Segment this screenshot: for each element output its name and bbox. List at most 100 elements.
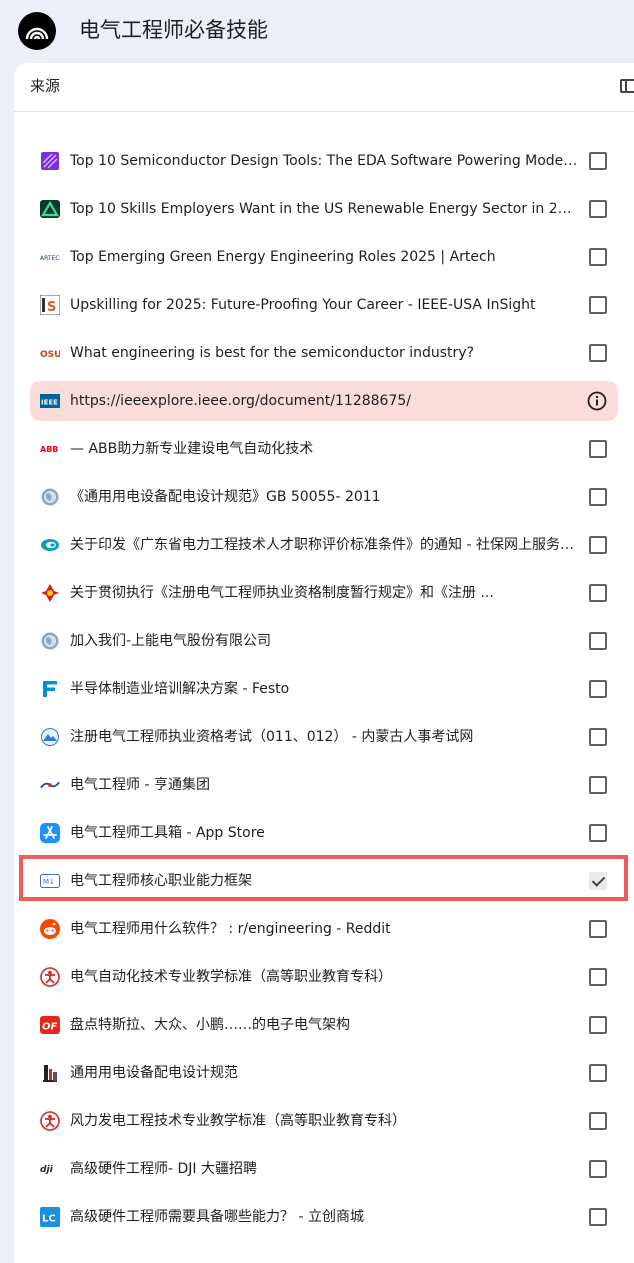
source-item[interactable]: 电气工程师 - 亨通集团 xyxy=(30,765,618,805)
svg-text:dji: dji xyxy=(40,1165,54,1174)
source-item[interactable]: 注册电气工程师执业资格考试（011、012） - 内蒙古人事考试网 xyxy=(30,717,618,757)
source-checkbox[interactable] xyxy=(589,824,607,842)
source-item[interactable]: M↓ 电气工程师核心职业能力框架 xyxy=(30,861,618,901)
source-checkbox[interactable] xyxy=(589,1064,607,1082)
source-item[interactable]: IEEE https://ieeexplore.ieee.org/document… xyxy=(30,381,618,421)
source-checkbox[interactable] xyxy=(589,440,607,458)
ieee-usa-icon: S xyxy=(40,295,60,315)
ieee-logo-icon: IEEE xyxy=(40,391,60,411)
source-item-label: 电气工程师工具箱 - App Store xyxy=(70,825,265,841)
svg-text:OSU: OSU xyxy=(40,350,60,359)
source-checkbox[interactable] xyxy=(589,728,607,746)
source-item[interactable]: 电气自动化技术专业教学标准（高等职业教育专科） xyxy=(30,957,618,997)
source-item-label: 加入我们-上能电气股份有限公司 xyxy=(70,633,272,649)
source-item-label: Top 10 Skills Employers Want in the US R… xyxy=(70,201,578,217)
source-item[interactable]: 风力发电工程技术专业教学标准（高等职业教育专科） xyxy=(30,1101,618,1141)
source-item[interactable]: 半导体制造业培训解决方案 - Festo xyxy=(30,669,618,709)
source-item[interactable]: S Upskilling for 2025: Future-Proofing Yo… xyxy=(30,285,618,325)
svg-text:ARTECH: ARTECH xyxy=(40,255,60,262)
source-item[interactable]: LC 高级硬件工程师需要具备哪些能力？ - 立创商城 xyxy=(30,1197,618,1237)
green-triangle-icon xyxy=(40,199,60,219)
source-checkbox[interactable] xyxy=(589,632,607,650)
source-checkbox[interactable] xyxy=(589,296,607,314)
source-item-label: 《通用用电设备配电设计规范》GB 50055- 2011 xyxy=(70,489,381,505)
top-bar: 电气工程师必备技能 xyxy=(0,0,634,62)
source-item[interactable]: 关于贯彻执行《注册电气工程师执业资格制度暂行规定》和《注册 ... xyxy=(30,573,618,613)
source-item-label: 电气工程师核心职业能力框架 xyxy=(70,873,252,889)
source-item-label: 高级硬件工程师需要具备哪些能力？ - 立创商城 xyxy=(70,1209,364,1225)
festo-f-icon xyxy=(40,679,60,699)
source-checkbox[interactable] xyxy=(589,872,607,890)
source-item-label: 风力发电工程技术专业教学标准（高等职业教育专科） xyxy=(70,1113,406,1129)
source-checkbox[interactable] xyxy=(589,1208,607,1226)
reddit-icon xyxy=(40,919,60,939)
source-checkbox[interactable] xyxy=(589,680,607,698)
source-item[interactable]: ARTECH Top Emerging Green Energy Engineer… xyxy=(30,237,618,277)
source-item[interactable]: OSU What engineering is best for the semi… xyxy=(30,333,618,373)
source-item[interactable]: 关于印发《广东省电力工程技术人才职称评价标准条件》的通知 - 社保网上服务平台 xyxy=(30,525,618,565)
source-checkbox[interactable] xyxy=(589,488,607,506)
red-figure-icon xyxy=(40,967,60,987)
source-item-label: https://ieeexplore.ieee.org/document/112… xyxy=(70,393,411,409)
source-item-label: 高级硬件工程师- DJI 大疆招聘 xyxy=(70,1161,257,1177)
source-item[interactable]: 《通用用电设备配电设计规范》GB 50055- 2011 xyxy=(30,477,618,517)
markdown-icon: M↓ xyxy=(40,871,60,891)
source-item-label: Upskilling for 2025: Future-Proofing You… xyxy=(70,297,536,313)
notebook-title[interactable]: 电气工程师必备技能 xyxy=(79,16,268,44)
source-item-label: — ABB助力新专业建设电气自动化技术 xyxy=(70,441,314,457)
source-item[interactable]: 电气工程师工具箱 - App Store xyxy=(30,813,618,853)
source-checkbox[interactable] xyxy=(589,1160,607,1178)
red-figure-icon xyxy=(40,1111,60,1131)
source-item[interactable]: dji 高级硬件工程师- DJI 大疆招聘 xyxy=(30,1149,618,1189)
source-checkbox[interactable] xyxy=(589,200,607,218)
source-item-label: 关于印发《广东省电力工程技术人才职称评价标准条件》的通知 - 社保网上服务平台 xyxy=(70,537,578,553)
globe-icon xyxy=(40,487,60,507)
source-checkbox[interactable] xyxy=(589,920,607,938)
source-item[interactable]: OF 盘点特斯拉、大众、小鹏……的电子电气架构 xyxy=(30,1005,618,1045)
globe-icon xyxy=(40,631,60,651)
purple-stripes-icon xyxy=(40,151,60,171)
hengtong-logo-icon xyxy=(40,775,60,795)
source-item[interactable]: Top 10 Semiconductor Design Tools: The E… xyxy=(30,141,618,181)
artech-logo-icon: ARTECH xyxy=(40,247,60,267)
source-item-label: Top Emerging Green Energy Engineering Ro… xyxy=(70,249,496,265)
sources-panel: 来源 Top 10 Semiconductor Design Tools: Th… xyxy=(14,63,634,1263)
building-icon xyxy=(40,1063,60,1083)
source-checkbox[interactable] xyxy=(589,776,607,794)
source-item-label: What engineering is best for the semicon… xyxy=(70,345,475,361)
source-item[interactable]: ABB — ABB助力新专业建设电气自动化技术 xyxy=(30,429,618,469)
svg-text:M↓: M↓ xyxy=(43,878,55,886)
source-item-label: 电气工程师 - 亨通集团 xyxy=(70,777,210,793)
dji-logo-icon: dji xyxy=(40,1159,60,1179)
source-checkbox[interactable] xyxy=(589,584,607,602)
info-icon[interactable] xyxy=(587,391,607,411)
source-checkbox[interactable] xyxy=(589,536,607,554)
notebook-logo-icon[interactable] xyxy=(18,12,56,50)
svg-text:OF: OF xyxy=(42,1022,58,1033)
source-item[interactable]: 加入我们-上能电气股份有限公司 xyxy=(30,621,618,661)
lc-logo-icon: LC xyxy=(40,1207,60,1227)
svg-text:LC: LC xyxy=(42,1214,56,1225)
source-checkbox[interactable] xyxy=(589,968,607,986)
source-item-label: 半导体制造业培训解决方案 - Festo xyxy=(70,681,290,697)
source-checkbox[interactable] xyxy=(589,152,607,170)
source-checkbox[interactable] xyxy=(589,248,607,266)
source-item[interactable]: Top 10 Skills Employers Want in the US R… xyxy=(30,189,618,229)
source-item[interactable]: 通用用电设备配电设计规范 xyxy=(30,1053,618,1093)
source-item-label: 盘点特斯拉、大众、小鹏……的电子电气架构 xyxy=(70,1017,350,1033)
source-checkbox[interactable] xyxy=(589,344,607,362)
source-item[interactable]: 电气工程师用什么软件？ : r/engineering - Reddit xyxy=(30,909,618,949)
collapse-panel-icon[interactable] xyxy=(620,79,634,93)
mountain-emblem-icon xyxy=(40,727,60,747)
source-item-label: 关于贯彻执行《注册电气工程师执业资格制度暂行规定》和《注册 ... xyxy=(70,585,494,601)
sources-panel-header: 来源 xyxy=(14,63,634,112)
app-store-icon xyxy=(40,823,60,843)
svg-text:ABB: ABB xyxy=(40,445,58,454)
source-checkbox[interactable] xyxy=(589,1112,607,1130)
sources-panel-title: 来源 xyxy=(30,77,61,95)
red-emblem-icon xyxy=(40,583,60,603)
source-item-label: 电气工程师用什么软件？ : r/engineering - Reddit xyxy=(70,921,391,937)
source-item-label: 电气自动化技术专业教学标准（高等职业教育专科） xyxy=(70,969,392,985)
abb-logo-icon: ABB xyxy=(40,439,60,459)
source-checkbox[interactable] xyxy=(589,1016,607,1034)
